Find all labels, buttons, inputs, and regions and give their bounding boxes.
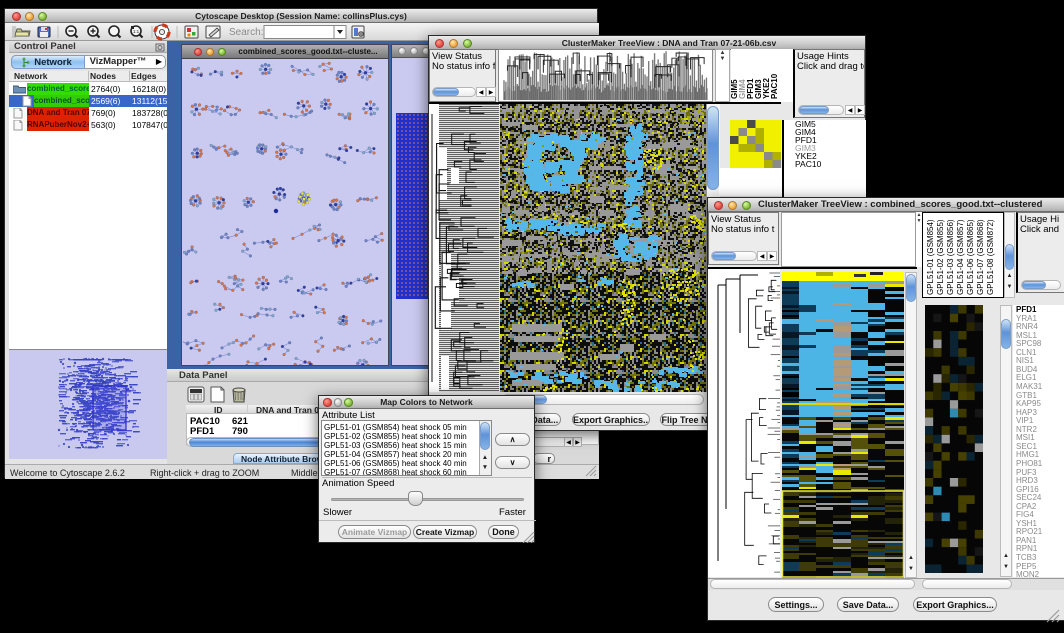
svg-text:PAC10: PAC10	[770, 73, 779, 99]
svg-text:1:1: 1:1	[133, 29, 140, 34]
svg-text:Search:: Search:	[229, 27, 263, 38]
svg-text:GPL51-08 (GSM872): GPL51-08 (GSM872)	[986, 219, 995, 295]
svg-text:GPL51-03 (GSM856): GPL51-03 (GSM856)	[946, 219, 955, 295]
svg-text:GPL51-06 (GSM865): GPL51-06 (GSM865)	[966, 219, 975, 295]
svg-text:GPL51-07 (GSM868): GPL51-07 (GSM868)	[976, 219, 985, 295]
svg-text:GPL51-02 (GSM855): GPL51-02 (GSM855)	[936, 219, 945, 295]
svg-text:GPL51-01 (GSM854): GPL51-01 (GSM854)	[926, 219, 935, 295]
svg-text:GPL51-04 (GSM857): GPL51-04 (GSM857)	[956, 219, 965, 295]
